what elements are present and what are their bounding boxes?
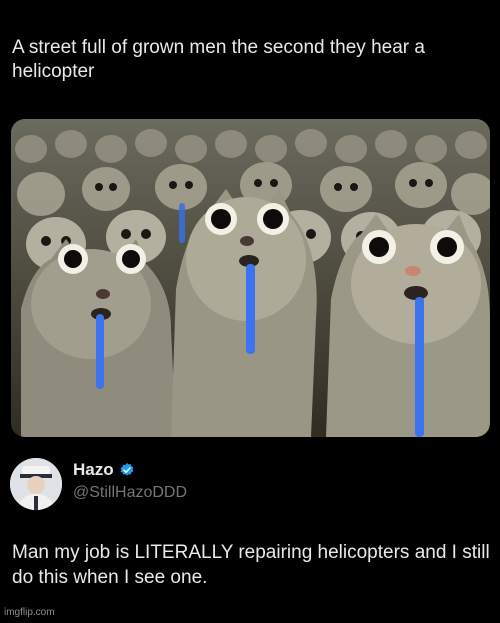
avatar-image xyxy=(10,458,62,510)
reply-handle[interactable]: @StillHazoDDD xyxy=(73,484,187,502)
crying-cats-crowd-image xyxy=(11,119,490,437)
reply-text: Man my job is LITERALLY repairing helico… xyxy=(12,542,490,588)
verified-badge-icon xyxy=(120,463,133,476)
post-image[interactable] xyxy=(11,119,490,437)
reply-author[interactable]: Hazo xyxy=(73,460,135,480)
post-text: A street full of grown men the second th… xyxy=(12,37,425,82)
watermark: imgflip.com xyxy=(4,607,55,618)
display-name[interactable]: Hazo xyxy=(73,460,114,480)
avatar[interactable] xyxy=(10,458,62,510)
